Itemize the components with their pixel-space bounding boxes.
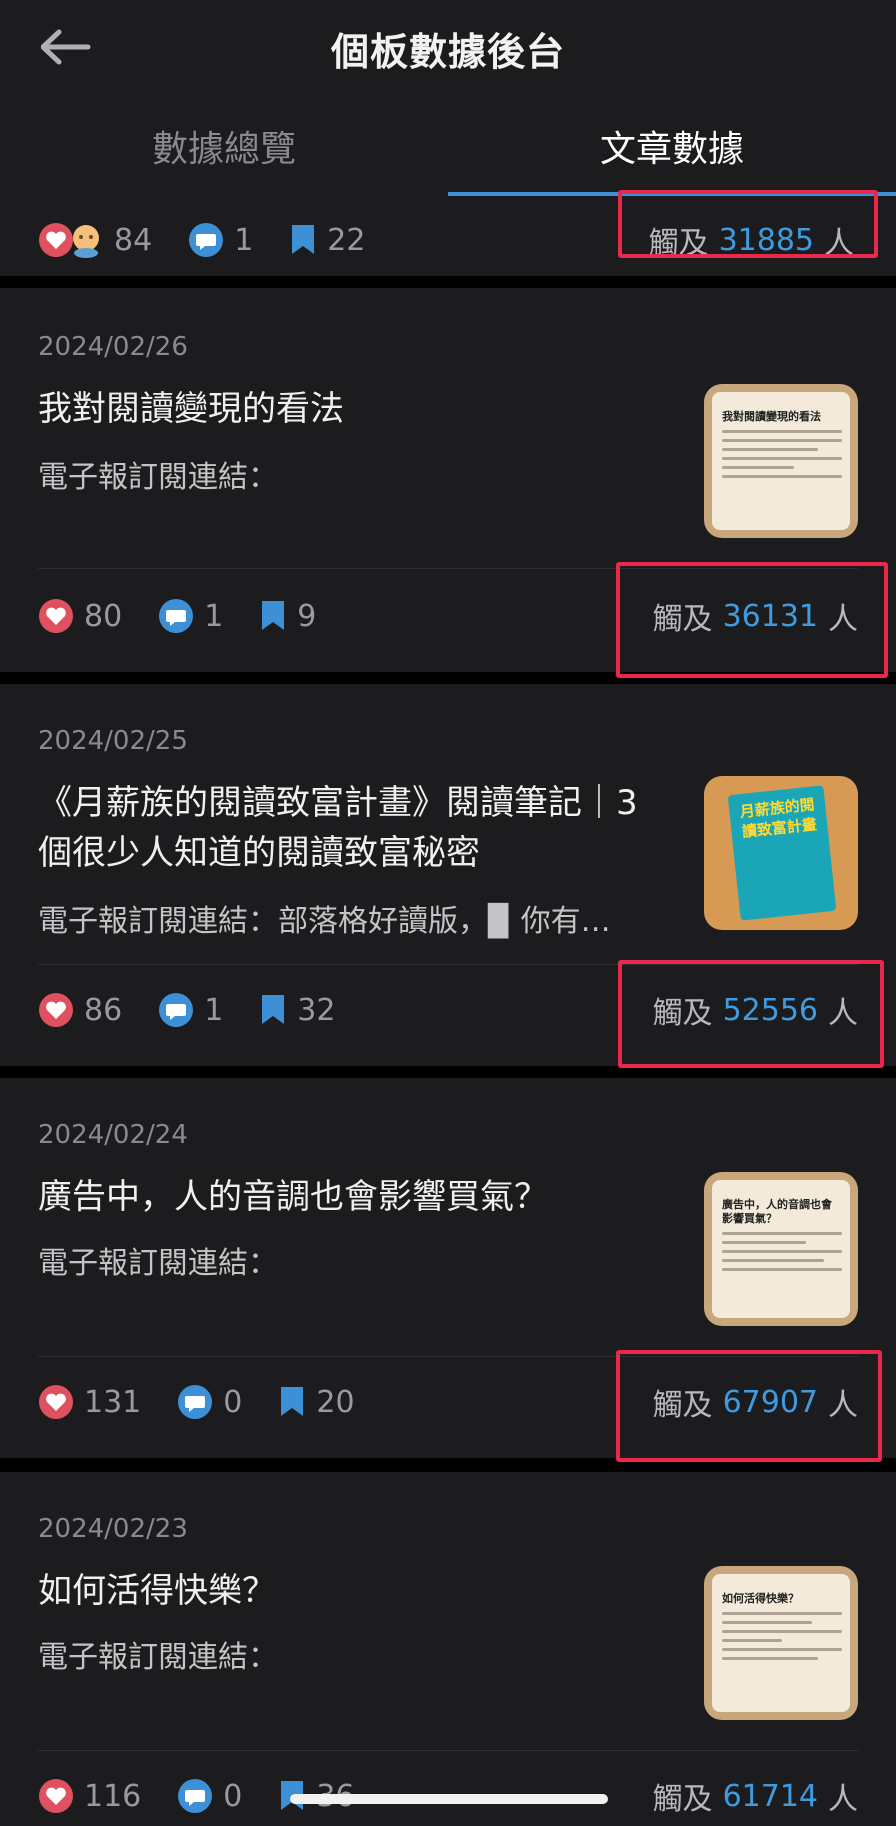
tab-bar: 數據總覽 文章數據 (0, 96, 896, 196)
article-thumbnail: 月薪族的閱讀致富計畫 (704, 776, 858, 930)
stats-row: 80 1 9 (38, 594, 316, 638)
bookmark-icon[interactable] (289, 224, 317, 256)
comment-icon[interactable] (188, 222, 224, 258)
emoji-reaction-icon (68, 222, 104, 258)
reach-label: 觸及 (652, 1782, 713, 1817)
tab-overview-label: 數據總覽 (151, 129, 296, 170)
highlight-box (618, 960, 884, 1068)
thumbnail-paper: 我對閱讀變現的看法 (712, 392, 850, 530)
reach-number: 61714 (722, 1778, 818, 1814)
thumbnail-title: 我對閱讀變現的看法 (722, 410, 821, 423)
article-thumbnail: 廣告中，人的音調也會影響買氣？ (704, 1172, 858, 1326)
article-excerpt: 電子報訂閱連結： (38, 460, 278, 495)
like-count: 80 (84, 598, 123, 634)
thumbnail-paper: 廣告中，人的音調也會影響買氣？ (712, 1180, 850, 1318)
page-title: 個板數據後台 (330, 29, 565, 74)
book-title-text: 月薪族的閱讀致富計畫 (739, 795, 818, 842)
stats-row: 84 1 22 (38, 218, 365, 262)
like-count: 116 (84, 1778, 142, 1814)
article-date: 2024/02/26 (38, 332, 188, 362)
article-card[interactable]: 2024/02/23 如何活得快樂？ 電子報訂閱連結： 如何活得快樂？ 116 … (0, 1472, 896, 1826)
back-button[interactable] (38, 22, 94, 72)
reach-stat: 觸及 61714 人 (653, 1774, 858, 1818)
divider (38, 1750, 858, 1751)
article-title[interactable]: 《月薪族的閱讀致富計畫》閱讀筆記｜3 個很少人知道的閱讀致富秘密 (38, 778, 668, 878)
stats-row: 131 0 20 (38, 1380, 355, 1424)
bookmark-icon[interactable] (278, 1386, 306, 1418)
bookmark-icon[interactable] (259, 600, 287, 632)
heart-icon[interactable] (38, 1384, 74, 1420)
comment-icon[interactable] (177, 1384, 213, 1420)
tab-article-data-label: 文章數據 (599, 129, 744, 170)
stats-row: 86 1 32 (38, 988, 335, 1032)
heart-icon[interactable] (38, 598, 74, 634)
save-count: 22 (327, 222, 366, 258)
comment-count: 1 (204, 992, 224, 1028)
comment-count: 0 (223, 1384, 243, 1420)
top-bar: 個板數據後台 (0, 0, 896, 96)
article-thumbnail: 我對閱讀變現的看法 (704, 384, 858, 538)
article-title[interactable]: 廣告中，人的音調也會影響買氣？ (38, 1172, 668, 1222)
article-excerpt: 電子報訂閱連結：部落格好讀版，▉ 你有… (38, 904, 611, 939)
comment-icon[interactable] (177, 1778, 213, 1814)
article-date: 2024/02/23 (38, 1514, 188, 1544)
arrow-left-icon (41, 29, 91, 65)
comment-icon[interactable] (158, 598, 194, 634)
home-indicator[interactable] (290, 1794, 608, 1804)
like-count: 131 (84, 1384, 142, 1420)
article-date: 2024/02/24 (38, 1120, 188, 1150)
highlight-box (616, 562, 888, 678)
thumbnail-title: 廣告中，人的音調也會影響買氣？ (722, 1198, 832, 1225)
article-title[interactable]: 如何活得快樂？ (38, 1566, 668, 1616)
save-count: 20 (316, 1384, 355, 1420)
book-cover: 月薪族的閱讀致富計畫 (727, 785, 837, 921)
article-date: 2024/02/25 (38, 726, 188, 756)
tab-overview[interactable]: 數據總覽 (0, 96, 448, 196)
save-count: 32 (297, 992, 336, 1028)
like-count: 86 (84, 992, 123, 1028)
heart-icon[interactable] (38, 992, 74, 1028)
heart-icon[interactable] (38, 1778, 74, 1814)
bookmark-icon[interactable] (259, 994, 287, 1026)
tab-article-data[interactable]: 文章數據 (448, 96, 896, 196)
thumbnail-paper: 如何活得快樂？ (712, 1574, 850, 1712)
article-excerpt: 電子報訂閱連結： (38, 1246, 278, 1281)
like-count: 84 (114, 222, 153, 258)
article-title[interactable]: 我對閱讀變現的看法 (38, 384, 668, 434)
article-excerpt: 電子報訂閱連結： (38, 1640, 278, 1675)
comment-icon[interactable] (158, 992, 194, 1028)
thumbnail-title: 如何活得快樂？ (722, 1592, 799, 1605)
save-count: 9 (297, 598, 317, 634)
highlight-box (616, 1350, 882, 1462)
article-thumbnail: 如何活得快樂？ (704, 1566, 858, 1720)
reach-unit: 人 (828, 1782, 858, 1817)
comment-count: 0 (223, 1778, 243, 1814)
screen: 個板數據後台 數據總覽 文章數據 84 1 22 觸及 31885 人 2024… (0, 0, 896, 1826)
comment-count: 1 (204, 598, 224, 634)
highlight-box (618, 190, 878, 258)
comment-count: 1 (234, 222, 254, 258)
